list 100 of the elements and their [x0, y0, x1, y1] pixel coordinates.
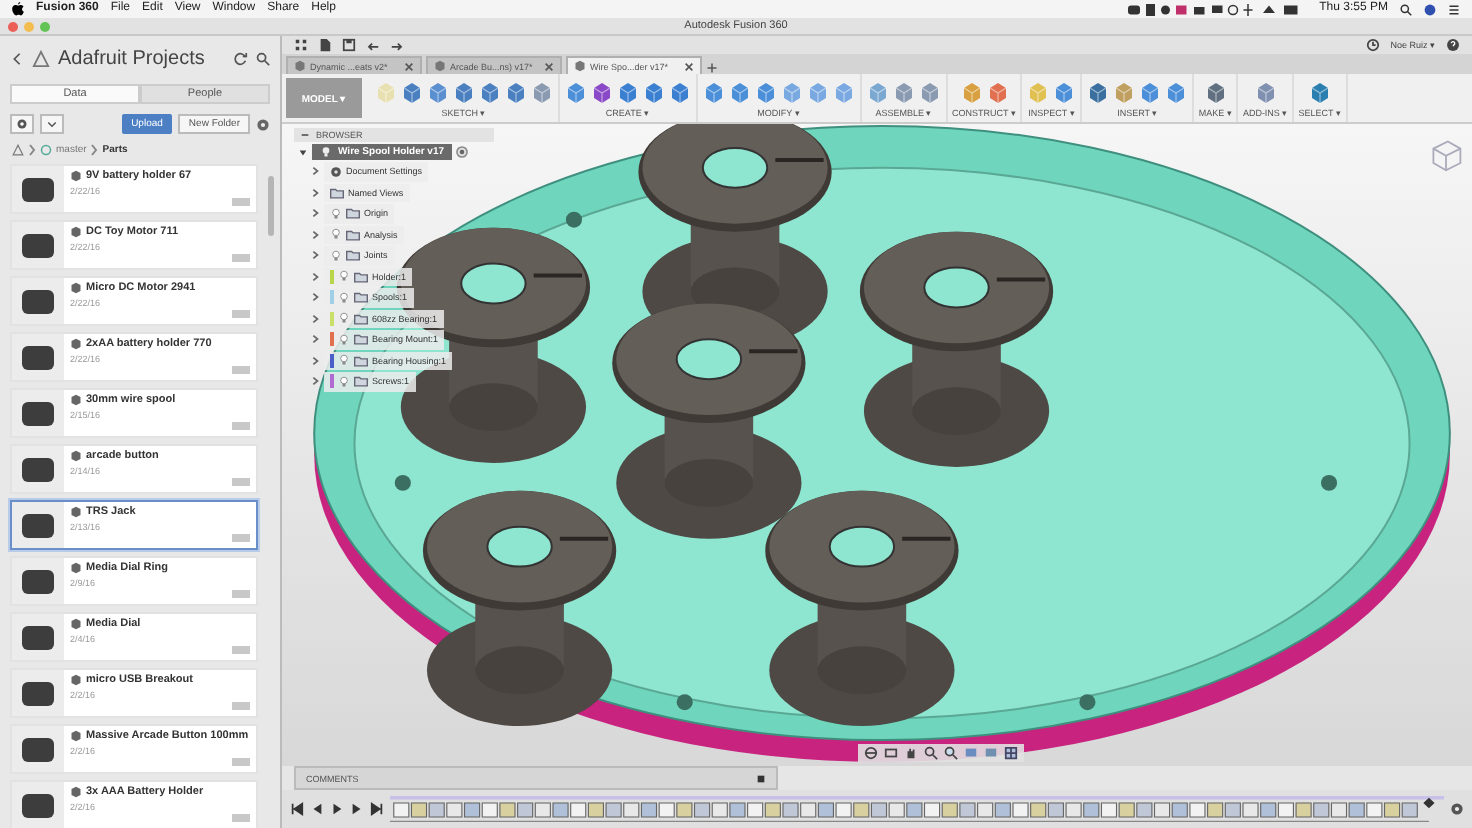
screw-hole [676, 694, 693, 711]
dropdown-button[interactable] [40, 114, 64, 134]
tool-icon[interactable] [1086, 80, 1111, 104]
version-tag-icon [232, 758, 250, 766]
tool-icon[interactable] [590, 80, 614, 104]
refresh-icon[interactable] [234, 51, 248, 65]
tool-icon[interactable] [452, 80, 476, 104]
part-thumbnail [22, 233, 54, 257]
part-icon [70, 618, 82, 630]
part-icon [70, 282, 82, 294]
timeline-features-drawing[interactable] [390, 795, 1444, 823]
circle-icon [40, 144, 52, 156]
previous-icon[interactable] [310, 802, 324, 816]
tool-icon[interactable] [1138, 80, 1163, 104]
lightbulb-icon [338, 312, 350, 325]
tool-icon[interactable] [400, 80, 424, 104]
look-at-icon[interactable] [883, 746, 897, 760]
first-frame-icon[interactable] [290, 802, 304, 816]
part-thumbnail [22, 289, 54, 313]
last-frame-icon[interactable] [370, 802, 384, 816]
triangle-logo-icon[interactable] [12, 144, 24, 156]
tool-icon[interactable] [426, 80, 450, 104]
tool-icon[interactable] [642, 80, 666, 104]
play-icon[interactable] [330, 802, 344, 816]
tool-icon[interactable] [702, 80, 726, 104]
settings-icon[interactable] [1450, 802, 1464, 816]
tool-icon[interactable] [616, 80, 640, 104]
tool-icon[interactable] [478, 80, 502, 104]
settings-icon[interactable] [256, 117, 270, 131]
search-icon[interactable] [256, 51, 270, 65]
tool-icon[interactable] [985, 80, 1010, 104]
pan-hand-icon[interactable] [903, 746, 917, 760]
add-tab-icon[interactable] [706, 62, 718, 74]
screw-hole [1079, 694, 1096, 711]
orbit-icon[interactable] [863, 746, 877, 760]
version-tag-icon [232, 254, 250, 262]
redo-icon[interactable] [390, 38, 404, 52]
chevron-icon [90, 144, 99, 156]
part-thumbnail [22, 177, 54, 201]
version-tag-icon [232, 310, 250, 318]
tool-icon[interactable] [918, 80, 942, 104]
grid-settings-icon[interactable] [1003, 746, 1017, 760]
list-icon[interactable] [1448, 3, 1460, 15]
part-thumbnail [22, 457, 54, 481]
collapse-icon[interactable] [756, 773, 766, 783]
tool-icon[interactable] [1308, 80, 1333, 104]
clock-icon[interactable] [1366, 38, 1381, 52]
part-thumbnail [22, 681, 54, 705]
display-settings-icon[interactable] [963, 746, 977, 760]
lightbulb-icon [320, 146, 332, 158]
version-tag-icon [232, 534, 250, 542]
tool-icon[interactable] [504, 80, 528, 104]
lightbulb-icon [338, 354, 350, 367]
save-icon[interactable] [342, 38, 356, 52]
tool-icon[interactable] [728, 80, 752, 104]
zoom-icon[interactable] [923, 746, 937, 760]
tool-icon[interactable] [1253, 80, 1278, 104]
tool-icon[interactable] [1164, 80, 1189, 104]
close-icon[interactable] [544, 61, 554, 71]
version-tag-icon [232, 478, 250, 486]
screw-hole [1321, 474, 1338, 491]
screw-hole [565, 211, 582, 228]
collapse-icon[interactable] [300, 130, 310, 140]
spool-holder-model-drawing[interactable] [313, 124, 1451, 762]
part-icon [70, 170, 82, 182]
tool-icon[interactable] [892, 80, 916, 104]
lightbulb-icon [338, 270, 350, 283]
part-icon [70, 506, 82, 518]
tool-icon[interactable] [754, 80, 778, 104]
tool-icon[interactable] [564, 80, 588, 104]
record-icon[interactable] [456, 146, 469, 158]
part-thumbnail [22, 345, 54, 369]
tool-icon[interactable] [530, 80, 554, 104]
part-thumbnail [22, 737, 54, 761]
part-thumbnail [22, 625, 54, 649]
settings-dropdown[interactable] [10, 114, 34, 134]
next-icon[interactable] [350, 802, 364, 816]
apple-logo-icon[interactable] [12, 2, 24, 16]
tool-icon[interactable] [1052, 80, 1077, 104]
lightbulb-icon [338, 375, 350, 388]
zoom-window-icon[interactable] [943, 746, 957, 760]
close-icon[interactable] [404, 61, 414, 71]
version-tag-icon [232, 646, 250, 654]
tool-icon[interactable] [1203, 80, 1228, 104]
project-title: Adafruit Projects [58, 47, 207, 69]
help-icon[interactable] [1446, 38, 1460, 52]
search-icon[interactable] [1400, 3, 1412, 15]
lightbulb-icon [330, 228, 342, 241]
tool-icon[interactable] [668, 80, 692, 104]
part-icon [70, 338, 82, 350]
gear-icon [16, 118, 28, 130]
close-window-button[interactable] [8, 21, 18, 31]
grid-icon[interactable] [294, 38, 308, 52]
part-icon [70, 730, 82, 742]
close-icon[interactable] [684, 61, 694, 71]
lightbulb-icon [330, 207, 342, 220]
lightbulb-icon [338, 333, 350, 346]
part-thumbnail [22, 569, 54, 593]
undo-icon[interactable] [366, 38, 380, 52]
visual-style-icon[interactable] [983, 746, 997, 760]
